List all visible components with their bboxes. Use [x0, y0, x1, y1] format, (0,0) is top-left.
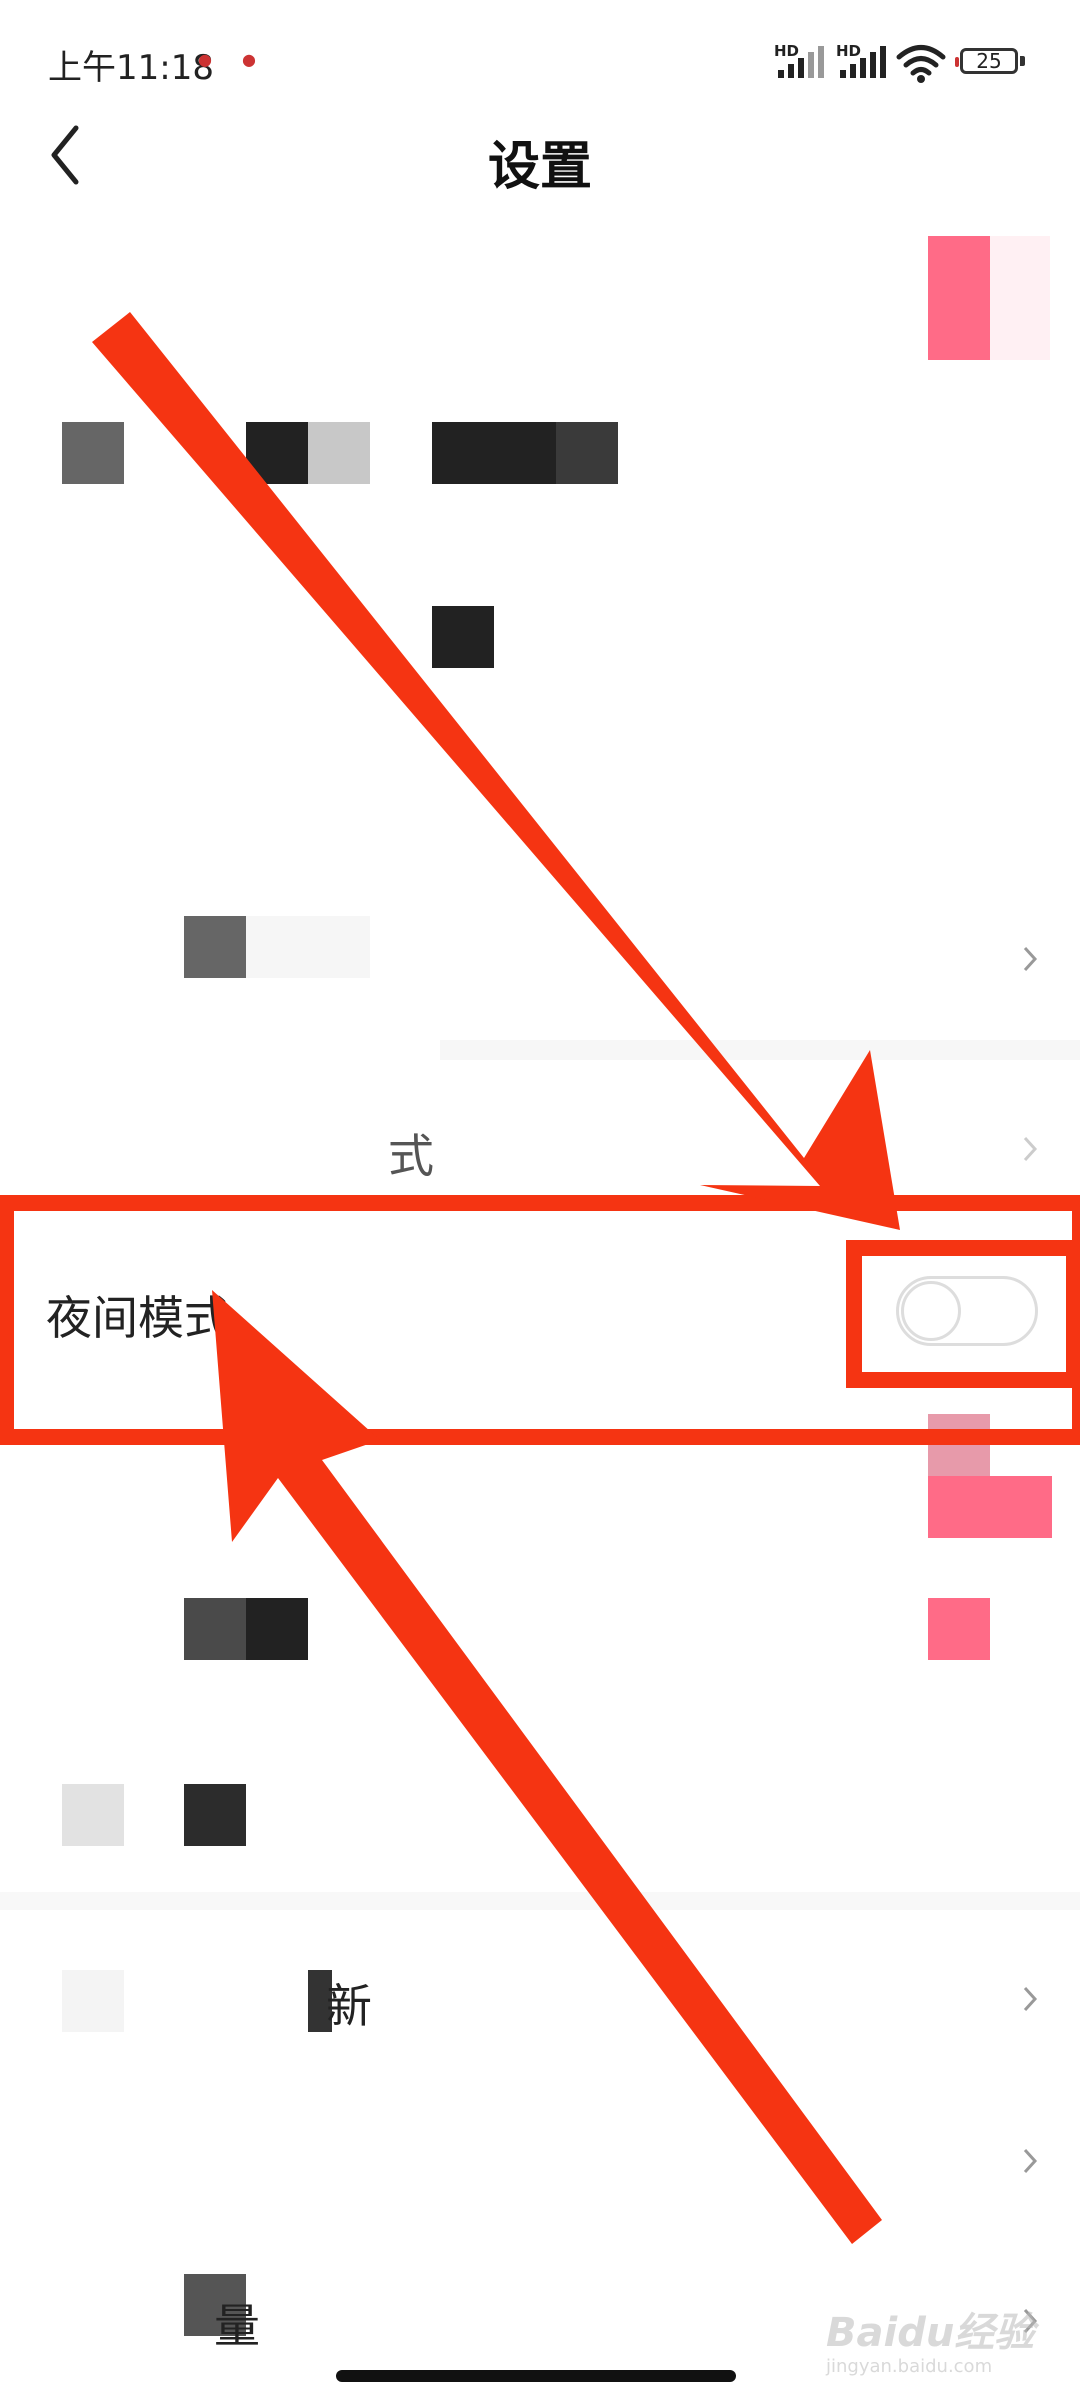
row-label-partial: 新	[326, 1979, 372, 2033]
chevron-right-icon[interactable]	[1020, 1134, 1040, 1164]
mosaic-block	[62, 422, 124, 484]
section-divider	[0, 1892, 1080, 1910]
mosaic-block	[62, 1784, 124, 1846]
mosaic-block	[928, 1476, 1052, 1538]
mosaic-block	[184, 1784, 246, 1846]
mosaic-block	[246, 916, 370, 978]
settings-screen: 上午11:18 ●● HD HD 25 设置 式 夜间模式 新 量 Baidu经…	[0, 0, 1080, 2400]
battery-indicator: 25	[955, 48, 1018, 74]
mosaic-block	[928, 1598, 990, 1660]
mosaic-block	[556, 422, 618, 484]
mosaic-block	[62, 1970, 124, 2032]
mosaic-block	[928, 1414, 990, 1476]
baidu-watermark: Baidu经验 jingyan.baidu.com	[826, 2300, 1052, 2380]
mosaic-block	[990, 236, 1050, 360]
row-label-partial: 式	[388, 1129, 434, 1183]
chevron-right-icon[interactable]	[1020, 944, 1040, 974]
section-divider	[440, 1040, 1080, 1060]
night-mode-toggle[interactable]	[896, 1276, 1038, 1346]
signal-icon-1	[778, 46, 824, 78]
chevron-right-icon[interactable]	[1020, 2146, 1040, 2176]
arrow-to-label	[212, 1290, 882, 2244]
signal-icon-2	[840, 46, 886, 78]
mosaic-block	[432, 422, 556, 484]
row-label-partial: 量	[214, 2299, 260, 2353]
watermark-brand: Baidu经验	[826, 2310, 1035, 2356]
notification-icons: ●●	[198, 50, 286, 69]
mosaic-block	[184, 916, 246, 978]
watermark-domain: jingyan.baidu.com	[826, 2356, 993, 2377]
battery-nub	[1020, 56, 1025, 66]
chevron-right-icon[interactable]	[1020, 1984, 1040, 2014]
wifi-icon	[896, 45, 946, 83]
status-time: 上午11:18	[48, 48, 214, 88]
mosaic-block	[246, 1598, 308, 1660]
mosaic-block	[184, 1598, 246, 1660]
mosaic-block	[308, 422, 370, 484]
home-indicator[interactable]	[336, 2370, 736, 2382]
mosaic-block	[246, 422, 308, 484]
page-title: 设置	[487, 137, 592, 197]
annotation-overlay	[0, 312, 1080, 2244]
toggle-knob	[901, 1281, 961, 1341]
mosaic-block	[432, 606, 494, 668]
mosaic-block	[928, 236, 990, 360]
night-mode-label: 夜间模式	[46, 1291, 230, 1345]
